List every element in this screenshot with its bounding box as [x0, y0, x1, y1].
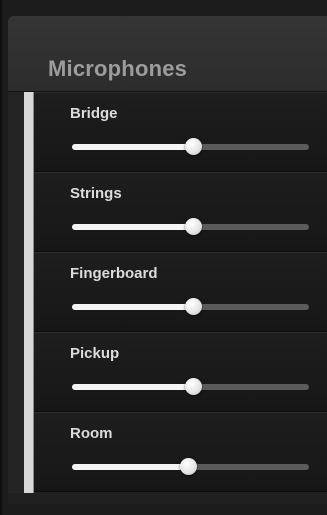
mic-row-bridge: Bridge — [34, 92, 327, 172]
slider-thumb[interactable] — [185, 298, 202, 315]
pickup-slider[interactable] — [72, 377, 309, 397]
mic-row-strings: Strings — [34, 172, 327, 252]
slider-fill — [72, 464, 188, 470]
slider-fill — [72, 224, 193, 230]
panel-title: Microphones — [48, 56, 188, 81]
microphone-list: Bridge Strings Fingerboard Pickup Room — [24, 92, 327, 493]
slider-thumb[interactable] — [180, 458, 197, 475]
slider-thumb[interactable] — [185, 378, 202, 395]
microphones-panel: Microphones Bridge Strings Fingerboard P… — [0, 0, 327, 515]
strings-slider[interactable] — [72, 217, 309, 237]
slider-thumb[interactable] — [185, 218, 202, 235]
slider-fill — [72, 304, 193, 310]
mic-row-pickup: Pickup — [34, 332, 327, 412]
mic-label: Bridge — [70, 105, 118, 122]
slider-fill — [72, 144, 193, 150]
fingerboard-slider[interactable] — [72, 297, 309, 317]
mic-row-room: Room — [34, 412, 327, 492]
room-slider[interactable] — [72, 457, 309, 477]
mic-row-fingerboard: Fingerboard — [34, 252, 327, 332]
panel-footer — [8, 493, 327, 504]
mic-label: Pickup — [70, 345, 120, 362]
bridge-slider[interactable] — [72, 137, 309, 157]
panel-header: Microphones — [8, 16, 327, 92]
mic-label: Strings — [70, 185, 122, 202]
slider-thumb[interactable] — [185, 138, 202, 155]
mic-label: Fingerboard — [70, 265, 158, 282]
slider-fill — [72, 384, 193, 390]
mic-label: Room — [70, 425, 113, 442]
